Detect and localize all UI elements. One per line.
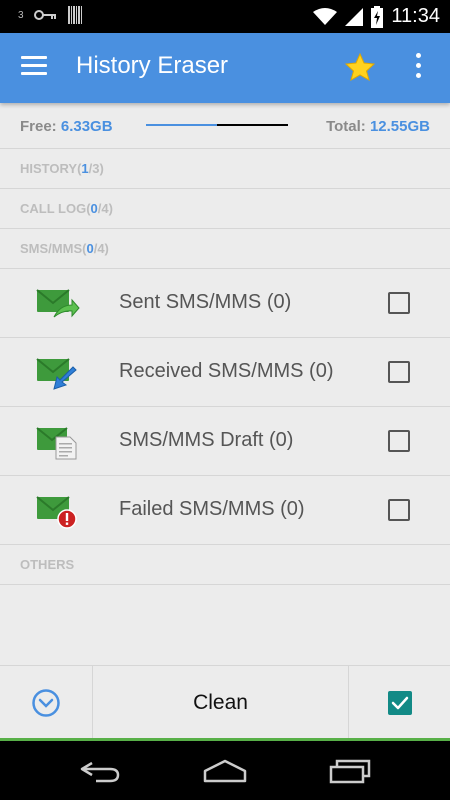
total-label: Total: — [326, 118, 366, 135]
call-log-selected-count: 0 — [90, 201, 98, 216]
total-storage: Total: 12.55GB — [326, 118, 430, 135]
storage-progress-bar — [146, 124, 288, 126]
star-icon[interactable] — [345, 53, 375, 81]
back-icon[interactable] — [78, 759, 122, 783]
received-sms-checkbox[interactable] — [388, 361, 410, 383]
sent-message-icon — [36, 289, 80, 318]
section-sms-mms[interactable]: SMS/MMS(0/4) — [0, 229, 450, 269]
hamburger-menu-icon[interactable] — [21, 56, 49, 78]
app-title: History Eraser — [76, 52, 229, 79]
section-others[interactable]: OTHERS — [0, 545, 450, 585]
bottom-action-bar: Clean — [0, 665, 450, 740]
barcode-icon — [67, 6, 82, 24]
sim-3g-icon: 3 — [18, 9, 24, 21]
received-message-icon — [36, 358, 77, 390]
wifi-icon — [313, 7, 338, 25]
app-bar: History Eraser — [0, 33, 450, 103]
status-bar: 3 11:34 — [0, 0, 450, 33]
status-right-icons: 11:34 — [313, 0, 440, 33]
section-history-label: HISTORY(1/3) — [20, 161, 104, 176]
collapse-button[interactable] — [0, 666, 93, 740]
failed-sms-checkbox[interactable] — [388, 499, 410, 521]
storage-summary: Free: 6.33GB Total: 12.55GB — [0, 103, 450, 149]
select-all-checkbox-icon — [388, 691, 412, 715]
clock: 11:34 — [391, 5, 440, 27]
recent-apps-icon[interactable] — [329, 758, 373, 784]
system-nav-bar — [0, 741, 450, 800]
select-all-button[interactable] — [348, 666, 450, 740]
signal-icon — [345, 7, 364, 26]
storage-progress-fill — [146, 124, 217, 126]
list-item-sent-sms[interactable]: Sent SMS/MMS (0) — [0, 269, 450, 338]
sent-sms-label: Sent SMS/MMS (0) — [119, 291, 292, 313]
section-sms-mms-label: SMS/MMS(0/4) — [20, 241, 109, 256]
overflow-menu-icon[interactable] — [413, 53, 423, 83]
section-call-log-label: CALL LOG(0/4) — [20, 201, 113, 216]
section-others-label: OTHERS — [20, 557, 75, 572]
section-history[interactable]: HISTORY(1/3) — [0, 149, 450, 189]
free-value: 6.33GB — [60, 118, 113, 135]
failed-sms-label: Failed SMS/MMS (0) — [119, 498, 305, 520]
history-selected-count: 1 — [81, 161, 89, 176]
home-icon[interactable] — [201, 759, 249, 783]
total-value: 12.55GB — [369, 118, 430, 135]
received-sms-label: Received SMS/MMS (0) — [119, 360, 334, 382]
chevron-down-circle-icon — [32, 689, 60, 717]
draft-sms-label: SMS/MMS Draft (0) — [119, 429, 294, 451]
free-label: Free: — [20, 118, 57, 135]
section-call-log[interactable]: CALL LOG(0/4) — [0, 189, 450, 229]
key-icon — [33, 10, 56, 20]
status-left-icons: 3 — [18, 6, 82, 24]
clean-button[interactable]: Clean — [93, 666, 348, 740]
battery-charging-icon — [371, 5, 384, 28]
draft-message-icon — [36, 427, 77, 460]
free-storage: Free: 6.33GB — [20, 118, 113, 135]
draft-sms-checkbox[interactable] — [388, 430, 410, 452]
list-item-received-sms[interactable]: Received SMS/MMS (0) — [0, 338, 450, 407]
sent-sms-checkbox[interactable] — [388, 292, 410, 314]
sms-mms-selected-count: 0 — [86, 241, 94, 256]
list-item-draft-sms[interactable]: SMS/MMS Draft (0) — [0, 407, 450, 476]
list-item-failed-sms[interactable]: Failed SMS/MMS (0) — [0, 476, 450, 545]
failed-message-icon — [36, 496, 77, 529]
